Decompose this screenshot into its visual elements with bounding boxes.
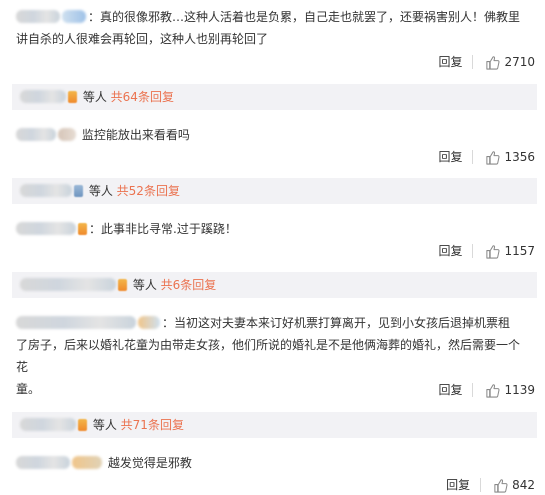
comment-item: 监控能放出来看看吗 回复 1356 <box>0 118 545 174</box>
thumbs-up-icon <box>486 244 500 259</box>
like-button[interactable]: 842 <box>493 478 535 493</box>
more-replies-link[interactable]: 共71条回复 <box>121 418 184 432</box>
comment-text: 越发觉得是邪教 <box>16 452 531 474</box>
like-button[interactable]: 1356 <box>485 150 535 165</box>
comment-item: ：此事非比寻常.过于蹊跷！ 回复 1157 <box>0 212 545 268</box>
like-button[interactable]: 1139 <box>485 383 535 398</box>
thumbs-up-icon <box>486 150 500 165</box>
comment-body: 越发觉得是邪教 <box>107 456 192 470</box>
like-count: 842 <box>512 478 535 492</box>
sub-reply-bar[interactable]: 等人 共6条回复 <box>12 272 537 298</box>
comment-body: ：此事非比寻常.过于蹊跷！ <box>89 222 237 236</box>
commenter-name[interactable] <box>138 316 160 329</box>
commenter-name[interactable] <box>16 316 136 329</box>
sub-reply-bar[interactable]: 等人 共52条回复 <box>12 178 537 204</box>
comment-text: ：此事非比寻常.过于蹊跷！ <box>16 218 531 240</box>
user-badge-icon <box>74 185 83 197</box>
commenter-name[interactable] <box>72 456 102 469</box>
sub-reply-suffix: 等人 <box>88 184 113 198</box>
like-count: 1139 <box>504 383 535 397</box>
comment-body: 讲自杀的人很难会再轮回，这种人也别再轮回了 <box>16 32 269 46</box>
replier-name[interactable] <box>20 278 116 291</box>
comment-item: 越发觉得是邪教 回复 842 <box>0 448 545 495</box>
user-badge-icon <box>118 279 127 291</box>
comment-text: ：真的很像邪教…这种人活着也是负累，自己走也就罢了，还要祸害别人！佛教里 讲自杀… <box>16 6 531 50</box>
comment-actions: 回复 2710 <box>438 53 535 71</box>
comment-actions: 回复 1157 <box>438 242 535 260</box>
reply-button[interactable]: 回复 <box>438 244 474 258</box>
commenter-name[interactable] <box>16 10 60 23</box>
commenter-name[interactable] <box>62 10 86 23</box>
comment-text: 监控能放出来看看吗 <box>16 124 531 146</box>
commenter-name[interactable] <box>16 456 70 469</box>
comment-actions: 回复 1356 <box>438 148 535 166</box>
user-badge-icon <box>78 223 87 235</box>
comment-item: ：真的很像邪教…这种人活着也是负累，自己走也就罢了，还要祸害别人！佛教里 讲自杀… <box>0 0 545 84</box>
commenter-name[interactable] <box>16 222 76 235</box>
thumbs-up-icon <box>486 383 500 398</box>
user-badge-icon <box>68 91 77 103</box>
reply-button[interactable]: 回复 <box>446 478 482 492</box>
sub-reply-suffix: 等人 <box>92 418 117 432</box>
reply-button[interactable]: 回复 <box>438 150 474 164</box>
sub-reply-suffix: 等人 <box>132 278 157 292</box>
comment-item: ：当初这对夫妻本来订好机票打算离开，见到小女孩后退掉机票租 了房子，后来以婚礼花… <box>0 308 545 404</box>
commenter-name[interactable] <box>16 128 56 141</box>
comment-body: 了房子，后来以婚礼花童为由带走女孩，他们所说的婚礼是不是他俩海葬的婚礼，然后需要… <box>16 338 521 374</box>
like-count: 1356 <box>504 150 535 164</box>
comment-body: 监控能放出来看看吗 <box>81 128 190 142</box>
comment-actions: 回复 842 <box>446 476 535 494</box>
reply-button[interactable]: 回复 <box>438 383 474 397</box>
like-count: 2710 <box>504 55 535 69</box>
comment-body: ：当初这对夫妻本来订好机票打算离开，见到小女孩后退掉机票租 <box>162 316 511 330</box>
sub-reply-bar[interactable]: 等人 共64条回复 <box>12 84 537 110</box>
reply-button[interactable]: 回复 <box>438 55 474 69</box>
comment-actions: 回复 1139 <box>438 381 535 399</box>
thumbs-up-icon <box>486 55 500 70</box>
like-count: 1157 <box>504 244 535 258</box>
more-replies-link[interactable]: 共6条回复 <box>161 278 217 292</box>
sub-reply-bar[interactable]: 等人 共71条回复 <box>12 412 537 438</box>
user-badge-icon <box>78 419 87 431</box>
sub-reply-suffix: 等人 <box>82 90 107 104</box>
thumbs-up-icon <box>494 478 508 493</box>
like-button[interactable]: 1157 <box>485 244 535 259</box>
replier-name[interactable] <box>20 418 76 431</box>
comment-body: ：真的很像邪教…这种人活着也是负累，自己走也就罢了，还要祸害别人！佛教里 <box>88 10 521 24</box>
replier-name[interactable] <box>20 90 66 103</box>
like-button[interactable]: 2710 <box>485 55 535 70</box>
more-replies-link[interactable]: 共52条回复 <box>117 184 180 198</box>
replier-name[interactable] <box>20 184 72 197</box>
more-replies-link[interactable]: 共64条回复 <box>111 90 174 104</box>
comment-body: 童。 <box>16 382 41 396</box>
commenter-name[interactable] <box>58 128 76 141</box>
